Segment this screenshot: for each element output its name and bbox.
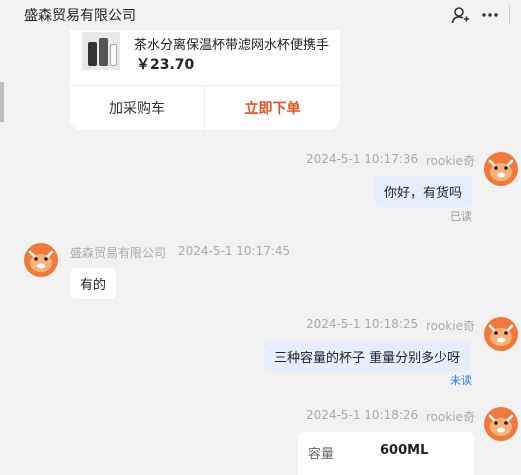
chat-title: 盛森贸易有限公司 [24, 8, 136, 24]
message-bubble[interactable]: 有的 [70, 268, 117, 299]
message-time: 2024-5-1 10:18:26 [306, 408, 419, 422]
product-card[interactable]: 茶水分离保温杯带滤网水杯便携手 ￥23.70 加采购车 立即下单 [70, 30, 340, 130]
read-status: 已读 [450, 210, 472, 223]
message-sender: rookie奇 [426, 410, 476, 424]
product-image[interactable] [82, 32, 120, 70]
seller-avatar[interactable] [24, 243, 58, 277]
message-time: 2024-5-1 10:17:45 [178, 244, 291, 258]
message-sender: 盛森贸易有限公司 [70, 246, 167, 260]
message-time: 2024-5-1 10:17:36 [306, 152, 419, 166]
scroll-indicator[interactable] [0, 82, 4, 122]
user-icon[interactable] [450, 5, 470, 25]
user-avatar[interactable] [484, 152, 518, 186]
product-name[interactable]: 茶水分离保温杯带滤网水杯便携手 [134, 34, 334, 53]
header-divider [509, 5, 510, 25]
message-sender: rookie奇 [426, 319, 476, 333]
spec-label: 容量 [308, 447, 335, 462]
more-icon[interactable] [480, 5, 500, 25]
unread-status: 未读 [450, 374, 472, 387]
message-time: 2024-5-1 10:18:25 [306, 317, 419, 331]
message-bubble[interactable]: 三种容量的杯子 重量分别多少呀 [264, 341, 471, 372]
message-sender: rookie奇 [426, 154, 476, 168]
order-now-button[interactable]: 立即下单 [205, 86, 340, 130]
user-avatar[interactable] [484, 317, 518, 351]
product-price: ￥23.70 [136, 57, 195, 73]
spec-value: 600ML [380, 443, 429, 458]
message-bubble[interactable]: 你好，有货吗 [374, 176, 473, 207]
add-to-cart-button[interactable]: 加采购车 [70, 86, 204, 130]
chat-header: 盛森贸易有限公司 [0, 0, 521, 30]
user-avatar[interactable] [484, 407, 518, 441]
spec-card[interactable]: 容量 600ML [298, 432, 474, 475]
